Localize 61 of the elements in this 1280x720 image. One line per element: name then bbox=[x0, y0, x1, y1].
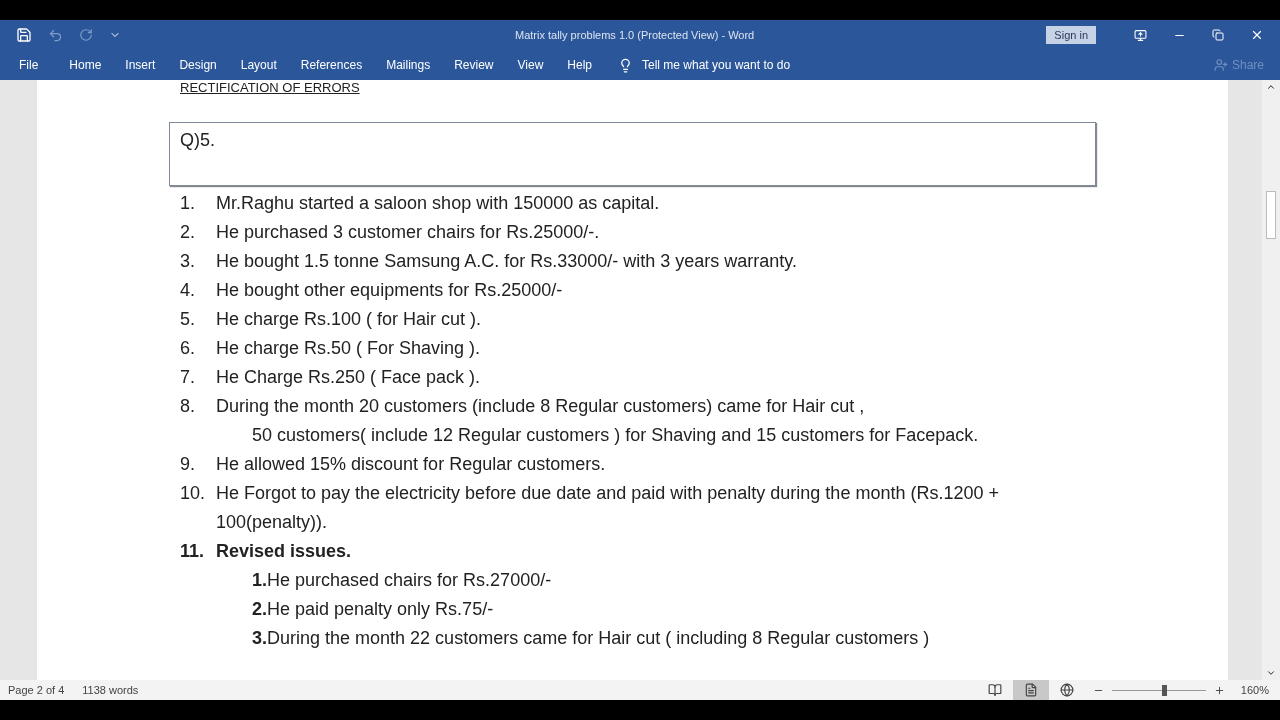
list-item-text: He charge Rs.50 ( For Shaving ). bbox=[216, 337, 482, 360]
view-button[interactable] bbox=[1012, 680, 1049, 700]
zoom-in-icon[interactable] bbox=[1213, 684, 1225, 696]
list-number: 6. bbox=[180, 337, 196, 360]
question-label: Q)5. bbox=[180, 130, 215, 150]
list-item-text: During the month 20 customers (include 8 Regular customers) came for Hair cut , bbox=[216, 395, 866, 418]
lightbulb-icon bbox=[618, 57, 633, 73]
word-count[interactable]: 1138 words bbox=[82, 681, 139, 699]
tell-me-field[interactable]: Tell me what you want to do bbox=[642, 56, 791, 74]
ribbon-display-icon[interactable] bbox=[1134, 28, 1147, 42]
zoom-thumb[interactable] bbox=[1162, 684, 1168, 696]
page-icon bbox=[1023, 683, 1038, 697]
list-item-text: He Charge Rs.250 ( Face pack ). bbox=[216, 366, 482, 389]
redo-icon[interactable] bbox=[79, 28, 93, 42]
list-number: 9. bbox=[180, 453, 196, 476]
window-title: Matrix tally problems 1.0 (Protected View) - Word bbox=[515, 27, 755, 43]
list-item-text: Mr.Raghu started a saloon shop with 150000 as capital. bbox=[216, 192, 661, 215]
list-number: 3. bbox=[180, 250, 196, 273]
list-number: 10. bbox=[180, 482, 207, 505]
list-number: 7. bbox=[180, 366, 196, 389]
list-item-text: He bought 1.5 tonne Samsung A.C. for Rs.33000/- with 3 years warranty. bbox=[216, 250, 798, 273]
list-item-text: He allowed 15% discount for Regular customers. bbox=[216, 453, 607, 476]
list-number: 4. bbox=[180, 279, 196, 302]
ribbon-tab[interactable]: Design bbox=[179, 54, 217, 76]
list-number: 11. bbox=[180, 540, 206, 563]
list-item-text: He bought other equipments for Rs.25000/- bbox=[216, 279, 564, 302]
zoom-slider[interactable] bbox=[1111, 684, 1206, 696]
ribbon-tab[interactable]: Help bbox=[567, 54, 592, 76]
scroll-down-icon[interactable] bbox=[1266, 668, 1276, 678]
list-number: 1. bbox=[180, 192, 196, 215]
ribbon-tab[interactable]: View bbox=[517, 54, 544, 76]
save-icon[interactable] bbox=[16, 27, 32, 43]
sub-item-text: 2.He paid penalty only Rs.75/- bbox=[252, 599, 494, 619]
sub-item-text: 1.He purchased chairs for Rs.27000/- bbox=[252, 570, 552, 590]
ribbon-tab[interactable]: Review bbox=[454, 54, 494, 76]
book-icon bbox=[987, 683, 1002, 697]
list-item-text: He charge Rs.100 ( for Hair cut ). bbox=[216, 308, 483, 331]
ribbon-tab[interactable]: Mailings bbox=[386, 54, 431, 76]
undo-icon[interactable] bbox=[48, 27, 63, 43]
zoom-level[interactable]: 160% bbox=[1240, 681, 1269, 699]
globe-icon bbox=[1059, 683, 1074, 697]
ribbon-tab[interactable]: Insert bbox=[125, 54, 156, 76]
sub-item-text: 3.During the month 22 customers came for Hair cut ( including 8 Regular customers ) bbox=[252, 628, 930, 648]
list-number: 5. bbox=[180, 308, 196, 331]
list-number: 8. bbox=[180, 395, 196, 418]
list-item-text: 50 customers( include 12 Regular customers ) for Shaving and 15 customers for Facepack. bbox=[252, 425, 979, 445]
list-item-text: He purchased 3 customer chairs for Rs.25000/-. bbox=[216, 221, 601, 244]
ribbon-tab[interactable]: File bbox=[19, 54, 39, 76]
list-item-text: Revised issues. bbox=[216, 540, 353, 563]
scroll-thumb[interactable] bbox=[1266, 191, 1276, 239]
restore-icon[interactable] bbox=[1212, 29, 1224, 41]
ribbon-tab[interactable]: Home bbox=[69, 54, 102, 76]
list-item-text: He Forgot to pay the electricity before due date and paid with penalty during the month (Rs.1200 + 100(penalty)). bbox=[216, 482, 1000, 534]
list-number: 2. bbox=[180, 221, 196, 244]
close-icon[interactable] bbox=[1250, 28, 1264, 42]
page-count[interactable]: Page 2 of 4 bbox=[8, 681, 65, 699]
heading: RECTIFICATION OF ERRORS bbox=[180, 81, 361, 95]
sign-in-button[interactable]: Sign in bbox=[1046, 26, 1096, 44]
scroll-up-icon[interactable] bbox=[1266, 82, 1276, 92]
ribbon-tab[interactable]: References bbox=[300, 54, 363, 76]
ribbon-tab[interactable]: Layout bbox=[240, 54, 277, 76]
